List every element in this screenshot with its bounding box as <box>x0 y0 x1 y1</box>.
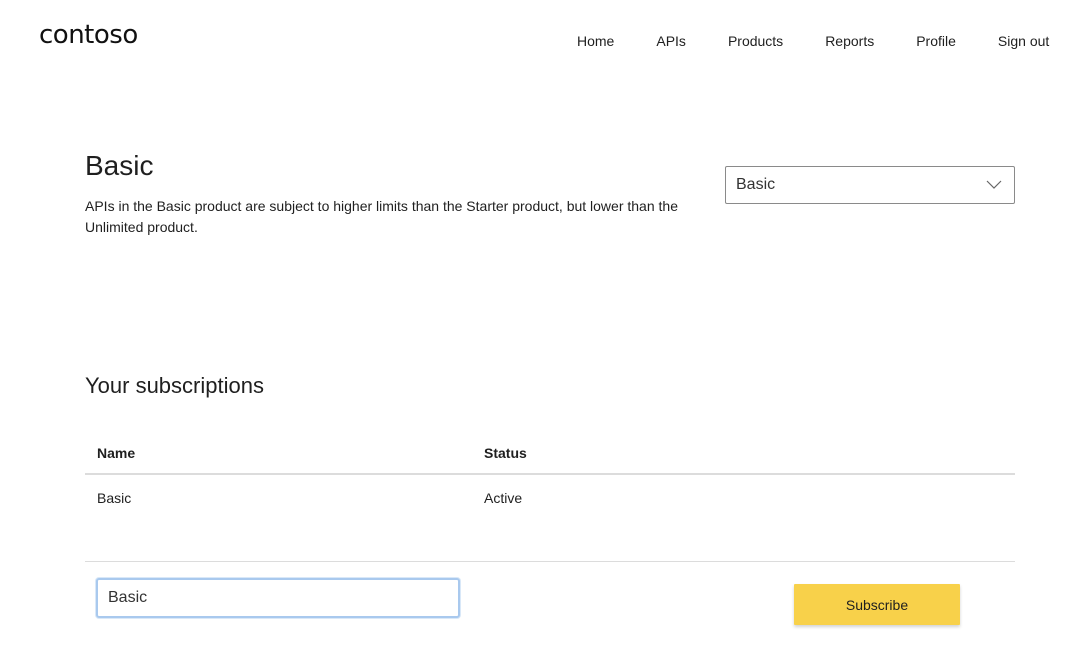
column-header-name: Name <box>85 432 472 475</box>
divider <box>85 561 1015 562</box>
nav-profile[interactable]: Profile <box>916 32 956 50</box>
product-selector[interactable]: Basic <box>725 166 1015 204</box>
page: contoso Home APIs Products Reports Profi… <box>0 0 1082 672</box>
subscription-status: Active <box>484 490 523 506</box>
chevron-down-icon <box>986 180 1002 189</box>
nav-apis[interactable]: APIs <box>656 32 686 50</box>
brand-logo[interactable]: contoso <box>39 20 138 50</box>
nav-reports[interactable]: Reports <box>825 32 874 50</box>
top-nav: Home APIs Products Reports Profile Sign … <box>577 32 1049 50</box>
subscriptions-table: Name Status Basic Active <box>85 432 1015 521</box>
subscribe-button[interactable]: Subscribe <box>794 584 960 625</box>
product-description: APIs in the Basic product are subject to… <box>85 198 678 235</box>
subscriptions-title: Your subscriptions <box>85 373 264 398</box>
table-header-row: Name Status <box>85 432 1015 475</box>
nav-products[interactable]: Products <box>728 32 783 50</box>
product-title: Basic <box>85 150 154 181</box>
product-selector-value: Basic <box>736 176 776 193</box>
column-header-status: Status <box>472 432 1015 475</box>
table-row: Basic Active <box>85 474 1015 521</box>
subscription-name: Basic <box>97 490 132 506</box>
nav-sign-out[interactable]: Sign out <box>998 32 1049 50</box>
subscription-name-input[interactable] <box>96 578 460 618</box>
nav-home[interactable]: Home <box>577 32 614 50</box>
